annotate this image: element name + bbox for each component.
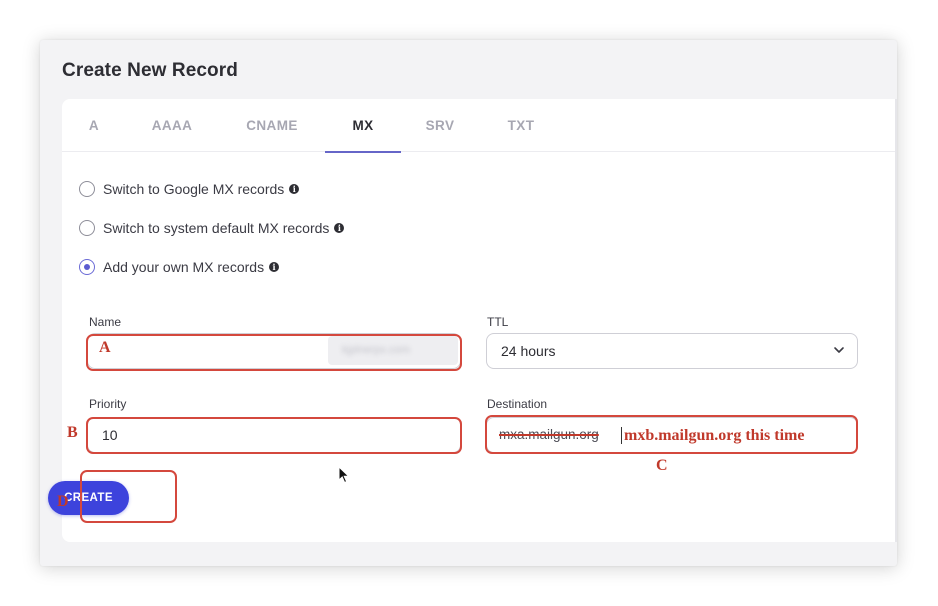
annotation-label-c: C [656, 457, 668, 474]
name-input[interactable]: kjplnerpx.com [87, 333, 461, 369]
info-icon[interactable]: i [289, 184, 300, 194]
tab-srv[interactable]: SRV [414, 99, 466, 152]
tab-cname[interactable]: CNAME [234, 99, 310, 152]
radio-own-mx[interactable]: Add your own MX records i [79, 257, 280, 277]
priority-input[interactable]: 10 [87, 417, 461, 453]
name-label: Name [89, 315, 122, 329]
destination-value: mxa.mailgun.org [499, 427, 599, 442]
annotation-label-a: A [99, 339, 111, 356]
ttl-value: 24 hours [501, 343, 556, 359]
record-type-tabs: A AAAA CNAME MX SRV TXT [62, 99, 895, 153]
text-caret [621, 427, 622, 444]
annotation-label-d: D [57, 493, 69, 510]
destination-input[interactable]: mxa.mailgun.org mxb.mailgun.org this tim… [486, 417, 858, 453]
ttl-label: TTL [487, 315, 509, 329]
blurred-domain-text: kjplnerpx.com [342, 344, 410, 356]
radio-label-system-default-mx: Switch to system default MX records [103, 220, 330, 236]
tab-txt[interactable]: TXT [494, 99, 548, 152]
info-icon[interactable]: i [269, 262, 280, 272]
priority-label: Priority [89, 397, 127, 411]
tab-aaaa[interactable]: AAAA [142, 99, 202, 152]
chevron-down-icon [834, 347, 844, 353]
radio-button[interactable] [79, 181, 95, 197]
ttl-select[interactable]: 24 hours [486, 333, 858, 369]
radio-google-mx[interactable]: Switch to Google MX records i [79, 179, 300, 199]
annotation-label-b: B [67, 424, 78, 441]
radio-button[interactable] [79, 220, 95, 236]
priority-value: 10 [102, 427, 118, 443]
tab-mx[interactable]: MX [325, 99, 401, 153]
info-icon[interactable]: i [334, 223, 345, 233]
radio-system-default-mx[interactable]: Switch to system default MX records i [79, 218, 345, 238]
radio-button-checked[interactable] [79, 259, 95, 275]
mouse-pointer-icon [338, 466, 350, 484]
screenshot-panel: Create New Record A AAAA CNAME MX SRV TX… [40, 40, 897, 566]
page-title: Create New Record [62, 60, 238, 81]
radio-label-google-mx: Switch to Google MX records [103, 181, 285, 197]
record-form-card: A AAAA CNAME MX SRV TXT Switch to Google… [62, 99, 897, 542]
destination-label: Destination [487, 397, 548, 411]
destination-annotation-note: mxb.mailgun.org this time [624, 427, 805, 444]
tab-a[interactable]: A [76, 99, 112, 152]
blurred-domain: kjplnerpx.com [328, 336, 458, 365]
radio-label-own-mx: Add your own MX records [103, 259, 265, 275]
